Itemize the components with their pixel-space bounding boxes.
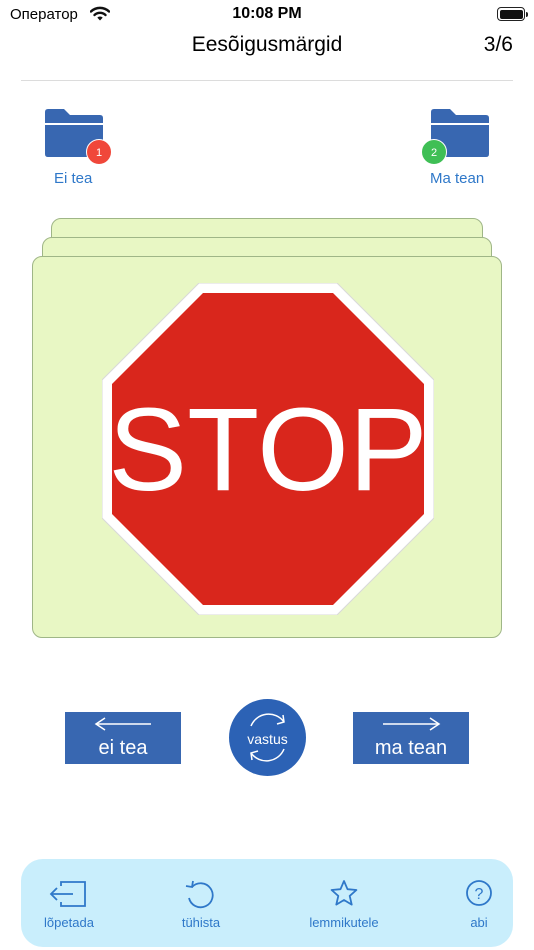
- card-counter: 3/6: [483, 33, 513, 56]
- bottom-toolbar: lõpetada tühista lemmikutele ? abi: [21, 859, 513, 947]
- undo-icon: [185, 880, 214, 909]
- dont-know-folder[interactable]: 1: [44, 108, 112, 165]
- favorites-label: lemmikutele: [309, 915, 379, 930]
- stop-sign-image: STOP: [102, 283, 434, 615]
- answer-button-label: vastus: [247, 731, 288, 747]
- star-icon: [330, 880, 358, 906]
- battery-icon: [497, 7, 528, 21]
- know-folder-label[interactable]: Ma tean: [430, 170, 484, 187]
- help-label: abi: [470, 915, 488, 930]
- finish-button[interactable]: lõpetada: [37, 859, 101, 947]
- dont-know-folder-label[interactable]: Ei tea: [54, 170, 92, 187]
- stop-sign-text: STOP: [108, 384, 427, 516]
- exit-icon: [49, 881, 86, 907]
- help-button[interactable]: ? abi: [459, 859, 499, 947]
- know-button-label: ma tean: [374, 737, 448, 759]
- know-count-badge: 2: [421, 139, 447, 165]
- status-bar: Оператор 10:08 PM: [0, 0, 534, 30]
- header-divider: [21, 80, 513, 81]
- favorites-button[interactable]: lemmikutele: [304, 859, 384, 947]
- answer-button[interactable]: vastus: [229, 699, 306, 776]
- know-button[interactable]: ma tean: [353, 712, 469, 764]
- page-title: Eesõigusmärgid: [191, 33, 343, 56]
- svg-text:?: ?: [475, 886, 484, 903]
- undo-button[interactable]: tühista: [166, 859, 236, 947]
- arrow-right-icon: [383, 717, 441, 731]
- finish-label: lõpetada: [44, 915, 94, 930]
- help-icon: ?: [466, 880, 492, 906]
- dont-know-button[interactable]: ei tea: [65, 712, 181, 764]
- arrow-left-icon: [94, 717, 151, 731]
- dont-know-button-label: ei tea: [98, 737, 148, 759]
- undo-label: tühista: [181, 915, 221, 930]
- flash-card[interactable]: STOP: [32, 256, 502, 638]
- clock: 10:08 PM: [232, 5, 302, 22]
- dont-know-count-badge: 1: [86, 139, 112, 165]
- know-folder[interactable]: 2: [421, 108, 490, 165]
